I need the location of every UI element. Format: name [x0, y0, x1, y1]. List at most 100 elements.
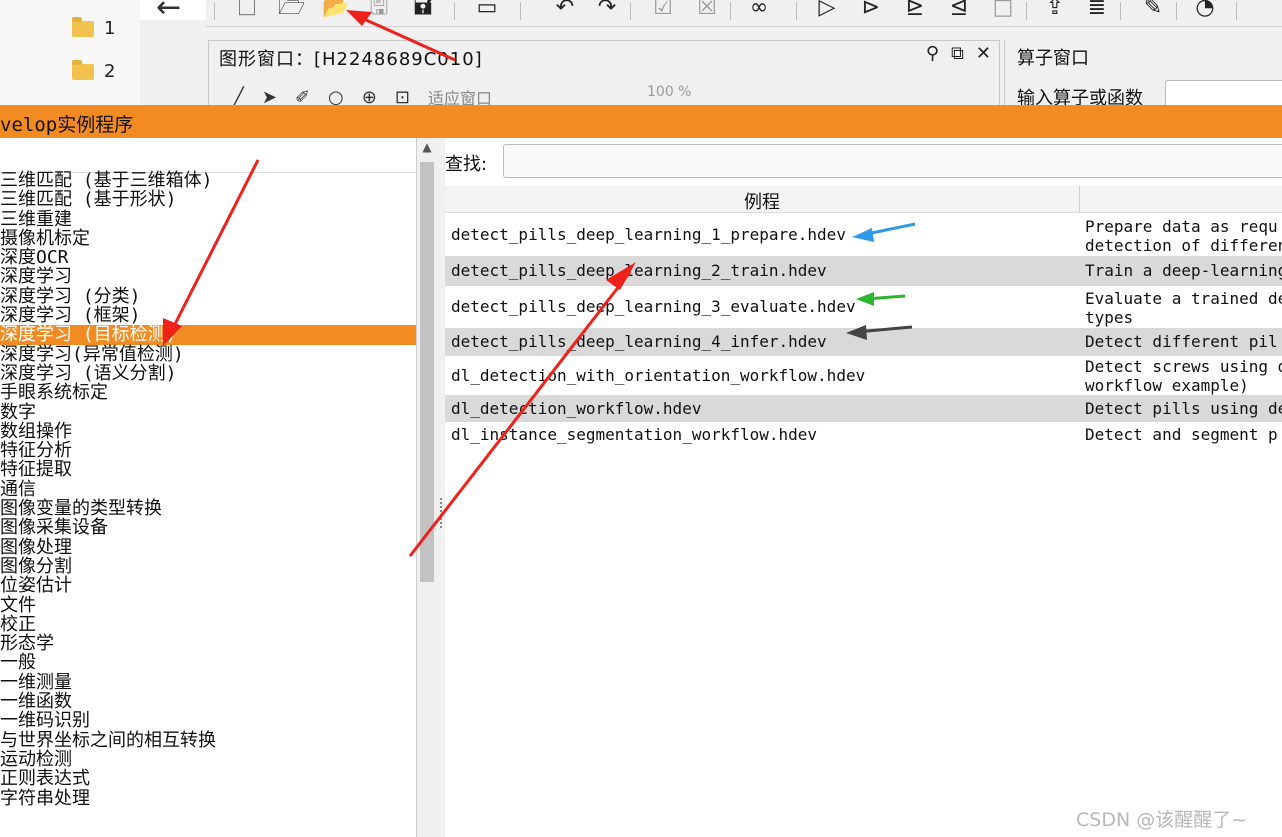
table-row[interactable]: detect_pills_deep_learning_2_train.hdev T…	[445, 256, 1282, 286]
category-item[interactable]: 深度OCR	[0, 248, 416, 268]
category-pane: 三维匹配 (基于三维箱体) 三维匹配 (基于形状) 三维重建 摄像机标定 深度OCR 深度…	[0, 138, 417, 837]
category-item[interactable]: 运动检测	[0, 750, 416, 770]
new-file-icon[interactable]: 🗋	[234, 0, 260, 20]
category-item[interactable]: 图像处理	[0, 537, 416, 557]
category-item[interactable]: 数组操作	[0, 422, 416, 442]
step-out-icon[interactable]: ⊴	[946, 0, 972, 20]
step-icon[interactable]: ⊳	[858, 0, 884, 20]
example-description-cell[interactable]: Detect pills using de	[1085, 399, 1282, 418]
category-item[interactable]: 深度学习 (分类)	[0, 286, 416, 306]
scroll-thumb[interactable]	[420, 162, 434, 582]
splitter-grip-icon[interactable]	[440, 498, 444, 528]
category-item[interactable]: 图像采集设备	[0, 518, 416, 538]
toolbar-separator	[1120, 2, 1121, 20]
category-item[interactable]: 数字	[0, 402, 416, 422]
example-file-cell[interactable]: dl_detection_workflow.hdev	[451, 399, 701, 418]
folder-item[interactable]: 2	[72, 59, 115, 82]
category-item[interactable]: 深度学习 (目标检测)	[0, 325, 416, 345]
redo-icon[interactable]: ↷	[594, 0, 620, 20]
category-item[interactable]: 特征提取	[0, 460, 416, 480]
export-icon[interactable]: ⇪	[1042, 0, 1068, 20]
example-description-cell[interactable]: Evaluate a trained de types	[1085, 289, 1282, 327]
table-row[interactable]: dl_instance_segmentation_workflow.hdev De…	[445, 423, 1282, 448]
save-all-icon[interactable]: 🖬	[410, 0, 436, 20]
table-row[interactable]: dl_detection_workflow.hdev Detect pills u…	[445, 395, 1282, 422]
toolbar-separator	[730, 2, 731, 20]
table-row[interactable]: detect_pills_deep_learning_1_prepare.hde…	[445, 213, 1282, 255]
category-item[interactable]: 深度学习 (语义分割)	[0, 364, 416, 384]
folder-item[interactable]: 1	[72, 16, 116, 39]
table-row[interactable]: dl_detection_with_orientation_workflow.h…	[445, 357, 1282, 395]
operator-input[interactable]	[1165, 80, 1282, 108]
operator-window: 算子窗口 输入算子或函数	[1004, 40, 1282, 109]
category-item[interactable]: 一般	[0, 653, 416, 673]
category-item[interactable]: 形态学	[0, 634, 416, 654]
cancel-icon[interactable]: ☒	[694, 0, 720, 20]
example-file-cell[interactable]: detect_pills_deep_learning_2_train.hdev	[451, 261, 827, 280]
example-description-cell[interactable]: Detect different pil	[1085, 332, 1282, 351]
example-file-cell[interactable]: detect_pills_deep_learning_3_evaluate.hd…	[451, 297, 856, 316]
float-icon[interactable]: ⧉	[951, 43, 964, 64]
check-icon[interactable]: ☑	[650, 0, 676, 20]
undo-icon[interactable]: ↶	[552, 0, 578, 20]
category-item[interactable]: 文件	[0, 595, 416, 615]
column-header-example[interactable]: 例程	[445, 188, 1079, 214]
category-item[interactable]: 与世界坐标之间的相互转换	[0, 730, 416, 750]
category-item[interactable]: 深度学习 (框架)	[0, 306, 416, 326]
graphics-window: 图形窗口：[H2248689C010] ⚲ ⧉ ✕ ╱ ➤ ✐ ○ ⊕ ⊡ 适应…	[208, 40, 1000, 108]
folder-label: 1	[104, 18, 116, 39]
save-icon[interactable]: 🖫	[366, 0, 392, 20]
column-divider[interactable]	[1079, 186, 1080, 212]
category-item[interactable]: 正则表达式	[0, 769, 416, 789]
example-file-cell[interactable]: detect_pills_deep_learning_4_infer.hdev	[451, 332, 827, 351]
example-description-cell[interactable]: Train a deep-learning	[1085, 261, 1282, 280]
step-into-icon[interactable]: ⊵	[902, 0, 928, 20]
category-item[interactable]: 三维重建	[0, 209, 416, 229]
example-description-cell[interactable]: Prepare data as requ detection of differ…	[1085, 217, 1282, 255]
examples-pane: 查找: 例程 detect_pills_deep_learning_1_prep…	[445, 138, 1282, 837]
graphics-window-controls: ⚲ ⧉ ✕	[926, 43, 991, 64]
category-item[interactable]: 摄像机标定	[0, 229, 416, 249]
binoculars-icon[interactable]: ∞	[746, 0, 772, 20]
example-file-cell[interactable]: dl_detection_with_orientation_workflow.h…	[451, 366, 865, 385]
pane-splitter[interactable]	[437, 138, 445, 837]
report-icon[interactable]: ≣	[1084, 0, 1110, 20]
assistant-icon[interactable]: ✎	[1140, 0, 1166, 20]
close-icon[interactable]: ✕	[976, 43, 991, 64]
open-file-icon[interactable]: 🗁	[278, 0, 305, 20]
example-description-cell[interactable]: Detect and segment p	[1085, 425, 1282, 444]
category-pane-header	[0, 138, 416, 173]
category-item[interactable]: 一维测量	[0, 672, 416, 692]
video-icon[interactable]: ▭	[474, 0, 500, 20]
category-item[interactable]: 校正	[0, 615, 416, 635]
category-item[interactable]: 通信	[0, 479, 416, 499]
example-file-cell[interactable]: detect_pills_deep_learning_1_prepare.hde…	[451, 225, 846, 244]
category-item[interactable]: 深度学习(异常值检测)	[0, 344, 416, 364]
category-item[interactable]: 位姿估计	[0, 576, 416, 596]
toolbar-separator	[1236, 2, 1237, 20]
stop-icon[interactable]: □	[990, 0, 1016, 20]
category-item[interactable]: 手眼系统标定	[0, 383, 416, 403]
category-item[interactable]: 一维函数	[0, 692, 416, 712]
category-item[interactable]: 图像变量的类型转换	[0, 499, 416, 519]
speedometer-icon[interactable]: ◔	[1192, 0, 1218, 20]
table-row[interactable]: detect_pills_deep_learning_3_evaluate.hd…	[445, 287, 1282, 327]
scroll-up-icon[interactable]: ▲	[417, 140, 437, 156]
category-item[interactable]: 一维码识别	[0, 711, 416, 731]
category-item[interactable]: 深度学习	[0, 267, 416, 287]
back-arrow-icon[interactable]: ←	[156, 0, 181, 25]
zoom-level[interactable]: 100 %	[647, 84, 777, 102]
category-item[interactable]: 字符串处理	[0, 788, 416, 808]
run-icon[interactable]: ▷	[814, 0, 840, 20]
category-item[interactable]: 特征分析	[0, 441, 416, 461]
open-example-icon[interactable]: 📂	[322, 0, 349, 20]
example-description-cell[interactable]: Detect screws using d workflow example)	[1085, 357, 1282, 395]
category-item[interactable]: 三维匹配 (基于三维箱体)	[0, 171, 416, 191]
table-row[interactable]: detect_pills_deep_learning_4_infer.hdev D…	[445, 328, 1282, 356]
search-input[interactable]	[503, 144, 1282, 178]
pin-icon[interactable]: ⚲	[926, 43, 939, 64]
category-item[interactable]: 三维匹配 (基于形状)	[0, 190, 416, 210]
category-item[interactable]: 图像分割	[0, 557, 416, 577]
category-scrollbar[interactable]: ▲	[417, 138, 437, 837]
example-file-cell[interactable]: dl_instance_segmentation_workflow.hdev	[451, 425, 817, 444]
